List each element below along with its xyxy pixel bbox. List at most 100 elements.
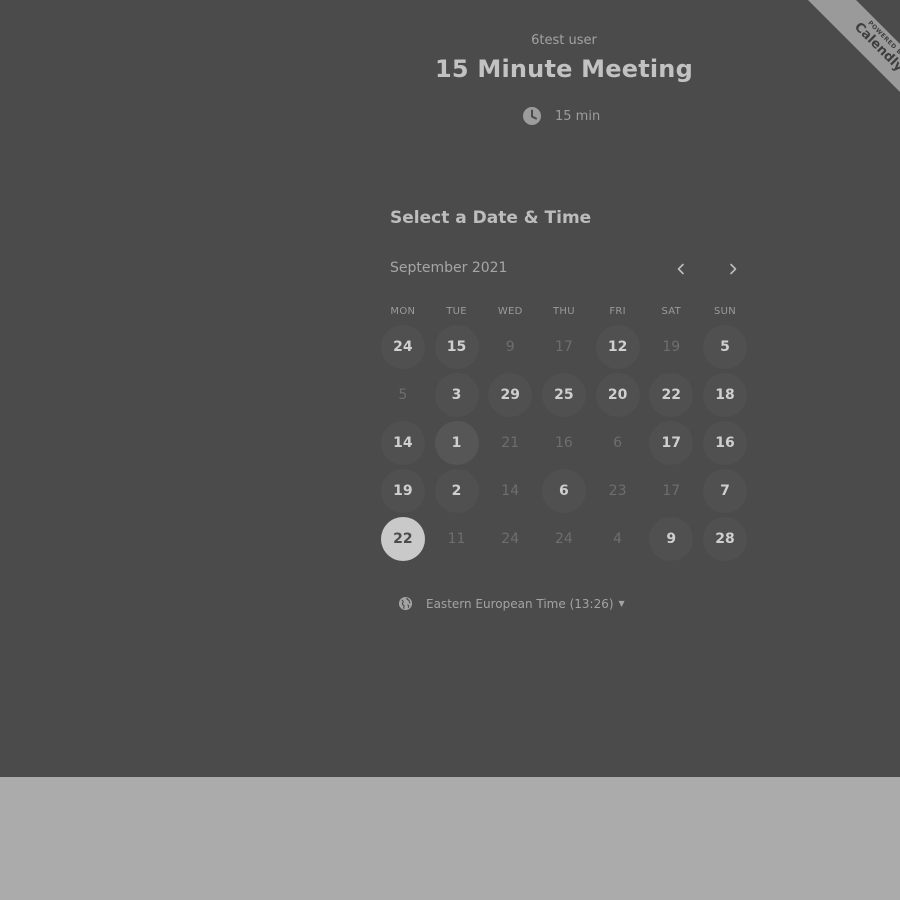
day-unavailable: 14 xyxy=(501,483,520,499)
calendar-cell: 22 xyxy=(644,371,698,419)
host-name: 6test user xyxy=(531,33,597,48)
day-unavailable: 4 xyxy=(613,531,623,547)
day-unavailable: 21 xyxy=(501,435,520,451)
timezone-label: Eastern European Time (13:26) xyxy=(426,596,614,611)
calendar-cell: 25 xyxy=(537,371,591,419)
calendar-cell: 17 xyxy=(644,419,698,467)
calendar-cell: 11 xyxy=(430,515,484,563)
weekday-mon: MON xyxy=(390,306,416,317)
calendar-cell: 6 xyxy=(537,467,591,515)
next-month-button[interactable] xyxy=(720,256,746,282)
calendar-cell: 6 xyxy=(591,419,645,467)
weekday-tue: TUE xyxy=(446,306,467,317)
caret-down-icon: ▼ xyxy=(618,599,625,608)
weekday-header: MON TUE WED THU FRI SAT SUN xyxy=(376,306,752,317)
chevron-left-icon xyxy=(677,263,684,275)
calendar-cell: 9 xyxy=(483,323,537,371)
day-button[interactable]: 6 xyxy=(541,469,586,513)
calendar-cell: 15 xyxy=(430,323,484,371)
day-unavailable: 6 xyxy=(613,435,623,451)
calendar-cell: 21 xyxy=(483,419,537,467)
day-button[interactable]: 24 xyxy=(380,325,425,369)
select-date-heading: Select a Date & Time xyxy=(390,208,592,228)
calendar-cell: 2 xyxy=(430,467,484,515)
day-unavailable: 17 xyxy=(554,339,573,355)
calendar-cell: 20 xyxy=(591,371,645,419)
weekday-fri: FRI xyxy=(609,306,626,317)
calendar-cell: 16 xyxy=(698,419,752,467)
calendar-cell: 16 xyxy=(537,419,591,467)
calendar-cell: 19 xyxy=(644,323,698,371)
day-unavailable: 24 xyxy=(554,531,573,547)
day-unavailable: 23 xyxy=(608,483,627,499)
day-button[interactable]: 15 xyxy=(434,325,479,369)
day-button[interactable]: 7 xyxy=(702,469,747,513)
calendar-cell: 17 xyxy=(537,323,591,371)
month-label: September 2021 xyxy=(390,260,508,276)
calendar-cell: 12 xyxy=(591,323,645,371)
calendar-cell: 7 xyxy=(698,467,752,515)
calendar-week-row: 5 3 29 25 20 22 18 xyxy=(376,371,752,419)
calendar-cell: 3 xyxy=(430,371,484,419)
calendar-cell: 24 xyxy=(376,323,430,371)
day-unavailable: 17 xyxy=(662,483,681,499)
calendar-cell: 1 xyxy=(430,419,484,467)
duration-label: 15 min xyxy=(555,108,601,124)
calendar-cell: 4 xyxy=(591,515,645,563)
day-button[interactable]: 28 xyxy=(702,517,747,561)
calendar-cell: 23 xyxy=(591,467,645,515)
day-button[interactable]: 1 xyxy=(434,421,479,465)
day-unavailable: 19 xyxy=(662,339,681,355)
calendar-grid: 24 15 9 17 12 19 5 5 3 29 25 20 22 18 14 1 21 16 6 17 16 19 2 1… xyxy=(376,323,752,563)
weekday-thu: THU xyxy=(552,306,575,317)
day-button[interactable]: 9 xyxy=(649,517,694,561)
calendar-cell: 24 xyxy=(483,515,537,563)
day-button[interactable]: 14 xyxy=(380,421,425,465)
day-button[interactable]: 22 xyxy=(649,373,694,417)
day-unavailable: 24 xyxy=(501,531,520,547)
calendar-cell: 14 xyxy=(483,467,537,515)
event-duration: 15 min xyxy=(522,106,600,126)
day-unavailable: 9 xyxy=(505,339,515,355)
day-button[interactable]: 3 xyxy=(434,373,479,417)
calendar-cell: 5 xyxy=(698,323,752,371)
day-button[interactable]: 5 xyxy=(702,325,747,369)
day-button[interactable]: 29 xyxy=(488,373,533,417)
calendar-cell: 18 xyxy=(698,371,752,419)
calendar-cell: 24 xyxy=(537,515,591,563)
day-button[interactable]: 25 xyxy=(541,373,586,417)
day-button[interactable]: 12 xyxy=(595,325,640,369)
calendar-cell: 9 xyxy=(644,515,698,563)
previous-month-button[interactable] xyxy=(668,256,694,282)
calendar-week-row: 19 2 14 6 23 17 7 xyxy=(376,467,752,515)
calendar-week-row: 14 1 21 16 6 17 16 xyxy=(376,419,752,467)
day-unavailable: 11 xyxy=(447,531,466,547)
day-button[interactable]: 18 xyxy=(702,373,747,417)
day-button[interactable]: 16 xyxy=(702,421,747,465)
booking-panel: POWERED BY Calendly 6test user 15 Minute… xyxy=(0,0,900,777)
calendar-cell: 17 xyxy=(644,467,698,515)
day-button[interactable]: 19 xyxy=(380,469,425,513)
calendar-cell: 19 xyxy=(376,467,430,515)
day-unavailable: 16 xyxy=(554,435,573,451)
calendar-cell: 22 xyxy=(376,515,430,563)
calendar-cell: 29 xyxy=(483,371,537,419)
globe-icon xyxy=(398,596,413,611)
weekday-sat: SAT xyxy=(661,306,682,317)
weekday-wed: WED xyxy=(497,306,523,317)
chevron-right-icon xyxy=(730,263,737,275)
calendar-week-row: 22 11 24 24 4 9 28 xyxy=(376,515,752,563)
day-button[interactable]: 17 xyxy=(649,421,694,465)
calendar-week-row: 24 15 9 17 12 19 5 xyxy=(376,323,752,371)
timezone-selector[interactable]: Eastern European Time (13:26) ▼ xyxy=(398,596,625,611)
weekday-sun: SUN xyxy=(713,306,736,317)
day-unavailable: 5 xyxy=(398,387,408,403)
event-title: 15 Minute Meeting xyxy=(435,55,693,83)
selected-day-button[interactable]: 22 xyxy=(380,517,425,561)
calendar-cell: 28 xyxy=(698,515,752,563)
clock-icon xyxy=(523,107,541,125)
day-button[interactable]: 20 xyxy=(595,373,640,417)
day-button[interactable]: 2 xyxy=(434,469,479,513)
calendar-cell: 5 xyxy=(376,371,430,419)
calendar-cell: 14 xyxy=(376,419,430,467)
